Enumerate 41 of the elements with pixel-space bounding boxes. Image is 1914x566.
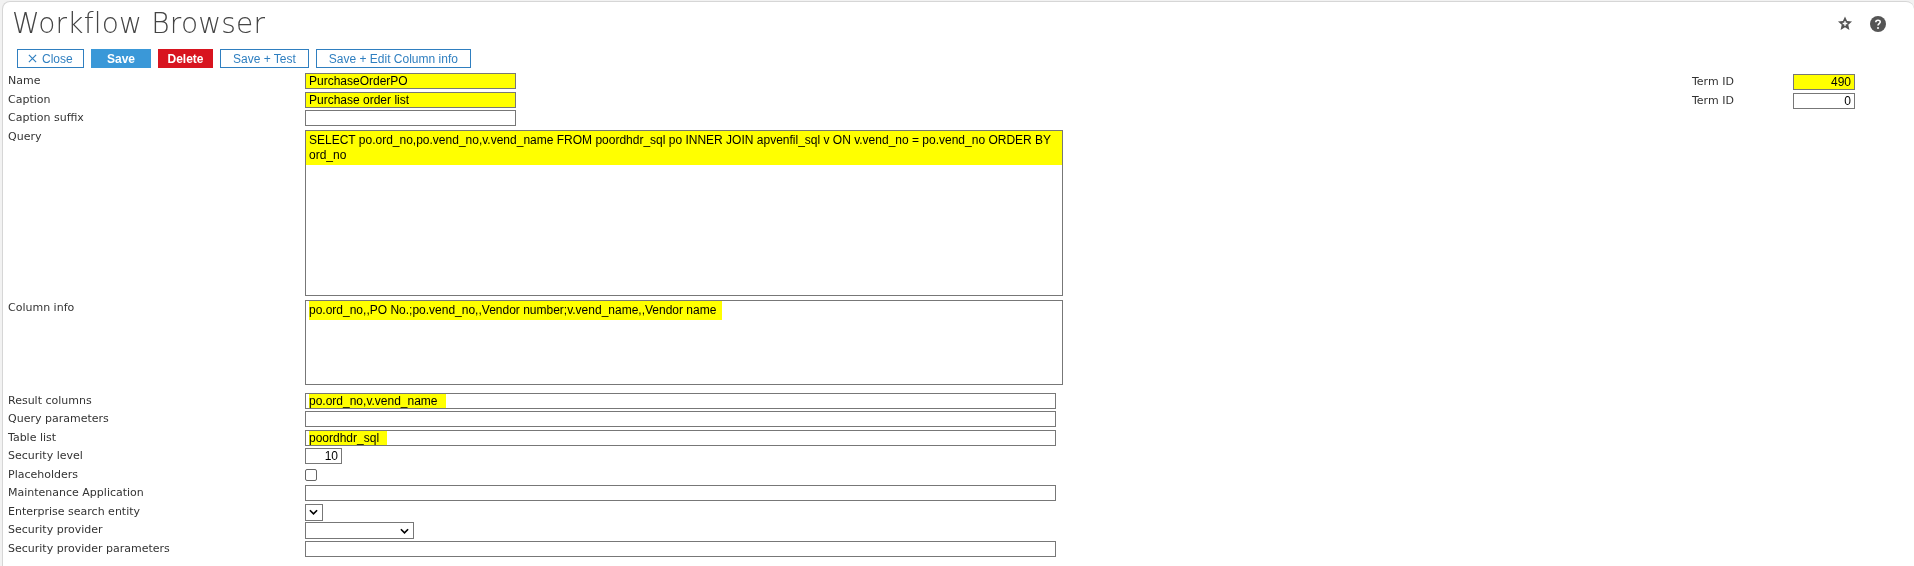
help-icon[interactable] [1870, 16, 1886, 32]
favorite-star-icon[interactable] [1837, 16, 1853, 31]
input-field[interactable]: po.ord_no,v.vend_name [305, 392, 1056, 409]
delete-button[interactable]: Delete [158, 49, 213, 68]
field-label: Query parameters [8, 411, 110, 427]
field-label: Term ID [1692, 75, 1735, 88]
input-field[interactable] [305, 485, 1056, 501]
input-field[interactable]: Purchase order list [305, 91, 516, 108]
text-area[interactable]: po.ord_no,,PO No.;po.vend_no,,Vendor number;v.vend_name,,Vendor name [305, 299, 1063, 385]
checkbox[interactable] [305, 468, 317, 481]
text-area[interactable]: SELECT po.ord_no,po.vend_no,v.vend_name FROM poordhdr_sql po INNER JOIN apvenfil_sql v ON v.vend_no = po.vend_no ORDER BY ord_no [305, 129, 1063, 296]
close-button[interactable]: Close [17, 49, 84, 68]
field-label: Name [8, 73, 42, 89]
chevron-down-icon [400, 527, 409, 534]
field-label: Caption suffix [8, 110, 85, 126]
close-icon [28, 54, 37, 63]
field-label: Table list [8, 429, 58, 446]
field-label: Column info [8, 299, 76, 316]
input-field[interactable]: poordhdr_sql [305, 429, 1056, 446]
field-label: Enterprise search entity [8, 503, 142, 520]
action-button[interactable]: Save + Edit Column info [315, 49, 471, 68]
action-button[interactable]: Save + Test [220, 49, 309, 68]
field-label: Query [8, 128, 43, 145]
input-field[interactable]: 0 [1793, 92, 1855, 109]
input-field[interactable] [305, 411, 1056, 427]
dropdown[interactable] [305, 503, 323, 521]
field-label: Result columns [8, 392, 93, 409]
field-label: Security provider parameters [8, 540, 171, 557]
window-title: Workflow Browser [12, 6, 266, 40]
field-label: Security provider [8, 522, 104, 538]
field-label: Term ID [1692, 94, 1735, 107]
input-field[interactable]: 10 [305, 448, 342, 464]
field-label: Placeholders [8, 466, 79, 483]
input-field[interactable] [305, 110, 516, 126]
field-label: Security level [8, 448, 84, 464]
field-label: Maintenance Application [8, 485, 145, 501]
chevron-down-icon [309, 509, 318, 515]
input-field[interactable]: 490 [1793, 73, 1855, 90]
field-label: Caption [8, 91, 52, 108]
input-field[interactable]: PurchaseOrderPO [305, 73, 516, 89]
input-field[interactable] [305, 540, 1056, 557]
